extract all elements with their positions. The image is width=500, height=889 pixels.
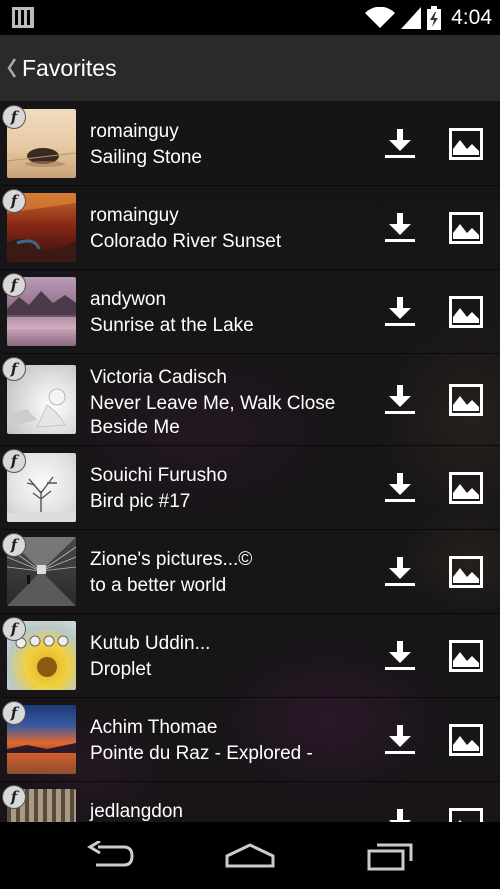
image-icon	[449, 128, 483, 160]
page-title[interactable]: Favorites	[22, 55, 117, 82]
flickr-source-badge: f	[3, 786, 25, 808]
navigation-bar	[0, 822, 500, 889]
flickr-source-badge: f	[3, 274, 25, 296]
download-icon	[385, 213, 415, 242]
flickr-source-badge: f	[3, 702, 25, 724]
photo-author: Kutub Uddin...	[90, 633, 211, 654]
status-clock: 4:04	[451, 5, 492, 29]
flickr-source-badge: f	[3, 618, 25, 640]
list-item[interactable]: f Achim Thomae Pointe du Raz - Explored …	[0, 698, 500, 782]
photo-author: jedlangdon	[90, 801, 183, 822]
photo-title: Never Leave Me, Walk Close Beside Me	[90, 393, 336, 438]
list-item[interactable]: f Kutub Uddin... Droplet	[0, 614, 500, 698]
set-wallpaper-button[interactable]	[446, 380, 486, 420]
set-wallpaper-button[interactable]	[446, 124, 486, 164]
photo-author: Zione's pictures...©	[90, 549, 253, 570]
image-icon	[449, 808, 483, 822]
photo-title: Bird pic #17	[90, 491, 191, 512]
recent-apps-button[interactable]	[360, 836, 420, 876]
recent-apps-icon	[367, 843, 413, 871]
set-wallpaper-button[interactable]	[446, 468, 486, 508]
list-item[interactable]: f romainguy Colorado River Sunset	[0, 186, 500, 270]
photo-title: Sunrise at the Lake	[90, 315, 254, 336]
set-wallpaper-button[interactable]	[446, 720, 486, 760]
set-wallpaper-button[interactable]	[446, 292, 486, 332]
list-item[interactable]: f andywon Sunrise at the Lake	[0, 270, 500, 354]
download-button[interactable]	[380, 804, 420, 822]
back-button[interactable]	[80, 836, 140, 876]
battery-charging-icon	[427, 5, 442, 30]
download-button[interactable]	[380, 552, 420, 592]
action-bar: Favorites	[0, 35, 500, 102]
photo-author: romainguy	[90, 205, 179, 226]
list-item[interactable]: f Zione's pictures...© to a better world	[0, 530, 500, 614]
signal-icon	[401, 6, 422, 29]
list-item[interactable]: f jedlangdon	[0, 782, 500, 822]
set-wallpaper-button[interactable]	[446, 208, 486, 248]
download-icon	[385, 725, 415, 754]
flickr-source-badge: f	[3, 190, 25, 212]
image-icon	[449, 384, 483, 416]
home-button[interactable]	[220, 836, 280, 876]
download-button[interactable]	[380, 720, 420, 760]
photo-title: to a better world	[90, 575, 227, 596]
download-icon	[389, 809, 411, 822]
image-icon	[449, 556, 483, 588]
flickr-source-badge: f	[3, 450, 25, 472]
photo-author: andywon	[90, 289, 167, 310]
photo-author: Achim Thomae	[90, 717, 218, 738]
status-bar: 4:04	[0, 0, 500, 35]
list-item[interactable]: f Victoria Cadisch Never Leave Me, Walk …	[0, 354, 500, 446]
download-button[interactable]	[380, 208, 420, 248]
wifi-icon	[365, 6, 396, 28]
photo-title: Sailing Stone	[90, 147, 202, 168]
photo-author: romainguy	[90, 121, 179, 142]
download-button[interactable]	[380, 380, 420, 420]
download-icon	[385, 385, 415, 414]
download-icon	[385, 641, 415, 670]
flickr-source-badge: f	[3, 534, 25, 556]
download-button[interactable]	[380, 468, 420, 508]
flickr-source-badge: f	[3, 358, 25, 380]
photo-author: Victoria Cadisch	[90, 367, 227, 388]
list-item[interactable]: f romainguy Sailing Stone	[0, 102, 500, 186]
download-button[interactable]	[380, 124, 420, 164]
download-icon	[385, 557, 415, 586]
photo-title: Droplet	[90, 659, 152, 680]
image-icon	[449, 212, 483, 244]
set-wallpaper-button[interactable]	[446, 552, 486, 592]
chevron-left-icon[interactable]	[6, 58, 18, 78]
image-icon	[449, 640, 483, 672]
photo-title: Pointe du Raz - Explored -	[90, 743, 313, 764]
download-icon	[385, 129, 415, 158]
download-button[interactable]	[380, 636, 420, 676]
home-icon	[225, 843, 275, 868]
download-icon	[385, 297, 415, 326]
photo-title: Colorado River Sunset	[90, 231, 282, 252]
favorites-list[interactable]: f romainguy Sailing Stone f romainguy Co…	[0, 102, 500, 822]
set-wallpaper-button[interactable]	[446, 636, 486, 676]
list-item[interactable]: f Souichi Furusho Bird pic #17	[0, 446, 500, 530]
image-icon	[449, 724, 483, 756]
flickr-source-badge: f	[3, 106, 25, 128]
download-button[interactable]	[380, 292, 420, 332]
photo-author: Souichi Furusho	[90, 465, 228, 486]
image-icon	[449, 296, 483, 328]
back-icon	[87, 841, 134, 867]
set-wallpaper-button[interactable]	[446, 804, 486, 822]
image-icon	[449, 472, 483, 504]
download-icon	[385, 473, 415, 502]
gallery-notification-icon	[12, 7, 34, 28]
